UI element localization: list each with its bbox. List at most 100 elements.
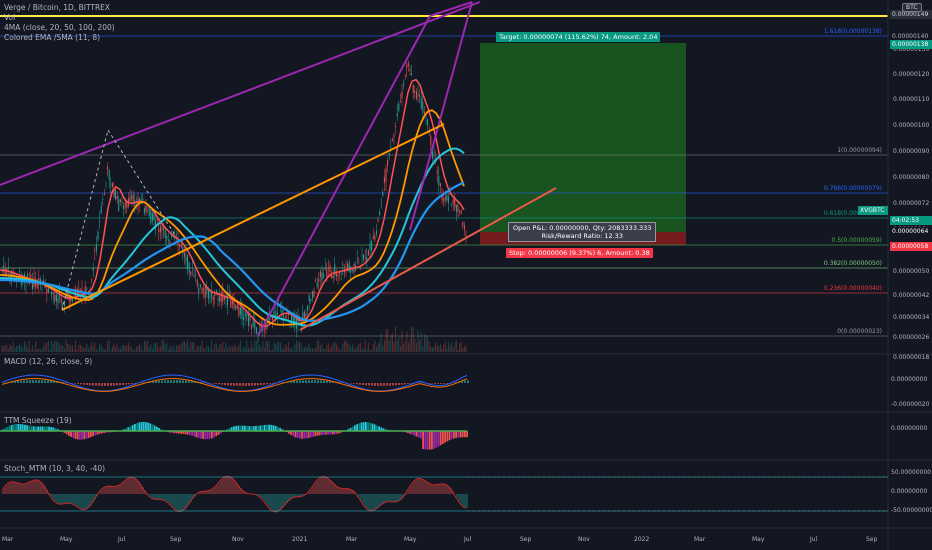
- volume-bar: [172, 345, 174, 352]
- stoch-fill: [430, 483, 432, 494]
- volume-bar: [116, 344, 118, 352]
- candle-body: [331, 275, 333, 279]
- volume-bar: [100, 345, 102, 352]
- volume-bar: [27, 347, 29, 352]
- ma-legend[interactable]: 4MA (close, 20, 50, 100, 200): [4, 23, 115, 33]
- ttm-histogram-bar: [244, 425, 246, 431]
- volume-legend[interactable]: Vol: [4, 13, 15, 23]
- volume-bar: [219, 344, 221, 352]
- macd-histogram-bar: [227, 383, 229, 386]
- macd-histogram-bar: [125, 383, 127, 385]
- candle-body: [199, 284, 201, 288]
- macd-histogram-bar: [311, 380, 313, 383]
- volume-bar: [417, 330, 419, 352]
- ttm-legend[interactable]: TTM Squeeze (19): [4, 416, 72, 426]
- candle-body: [387, 160, 389, 166]
- candle-body: [307, 306, 309, 311]
- symbol-legend[interactable]: Verge / Bitcoin, 1D, BITTREX: [4, 3, 110, 13]
- stoch-fill: [278, 494, 280, 512]
- stoch-fill: [158, 494, 160, 500]
- candle-body: [179, 244, 181, 247]
- stoch-fill: [224, 477, 226, 494]
- stoch-fill: [266, 494, 268, 505]
- stoch-fill: [418, 478, 420, 494]
- volume-bar: [25, 343, 27, 352]
- stoch-fill: [178, 494, 180, 512]
- volume-bar: [412, 326, 414, 352]
- stoch-fill: [106, 486, 108, 494]
- candle-body: [100, 206, 102, 214]
- macd-histogram-bar: [365, 383, 367, 386]
- stoch-fill: [100, 490, 102, 494]
- ttm-histogram-bar: [272, 425, 275, 431]
- stoch-fill: [154, 494, 156, 500]
- volume-bar: [9, 344, 11, 352]
- pane-axis-label: -50.00000000: [891, 507, 932, 514]
- macd-histogram-bar: [26, 380, 28, 383]
- volume-bar: [372, 344, 374, 352]
- volume-bar: [183, 340, 185, 352]
- stoch-fill: [20, 483, 22, 494]
- candle-body: [443, 198, 445, 202]
- ttm-histogram-bar: [266, 424, 268, 431]
- volume-bar: [420, 332, 422, 352]
- time-axis-label: Sep: [866, 536, 878, 543]
- ttm-histogram-bar: [241, 425, 244, 431]
- macd-histogram-bar: [41, 380, 43, 383]
- stop-label[interactable]: Stop: 0.00000006 (9.37%) 6, Amount: 0.38: [506, 248, 653, 258]
- candle-body: [438, 175, 440, 186]
- volume-bar: [71, 345, 73, 352]
- time-axis-label: Mar: [694, 536, 706, 543]
- macd-histogram-bar: [218, 383, 220, 385]
- candle-body: [239, 307, 241, 315]
- candle-body: [204, 286, 206, 299]
- candle-body: [393, 135, 395, 137]
- stoch-fill: [124, 481, 126, 494]
- target-label[interactable]: Target: 0.00000074 (115.62%) 74, Amount:…: [496, 32, 661, 42]
- stoch-fill: [58, 494, 60, 504]
- volume-bar: [129, 346, 131, 352]
- candle-body: [263, 329, 265, 330]
- target-zone[interactable]: [480, 43, 686, 232]
- stoch-fill: [340, 488, 342, 494]
- macd-legend[interactable]: MACD (12, 26, close, 9): [4, 357, 92, 367]
- pnl-box[interactable]: Open P&L: 0.00000000, Qty: 2083333.333 R…: [508, 222, 657, 242]
- stoch-mtm-pane[interactable]: [1, 475, 468, 513]
- volume-bar: [358, 343, 360, 352]
- candle-body: [430, 136, 432, 145]
- candle-body: [219, 296, 221, 302]
- candle-body: [131, 194, 133, 199]
- volume-bar: [425, 335, 427, 352]
- candle-body: [158, 229, 160, 232]
- macd-pane[interactable]: [1, 374, 469, 392]
- chart-canvas[interactable]: [0, 0, 932, 550]
- stoch-fill: [372, 494, 374, 511]
- price-axis-label: 0.00000018: [893, 354, 930, 361]
- volume-bar: [135, 346, 137, 352]
- candle-body: [401, 91, 403, 99]
- volume-bar: [252, 347, 254, 352]
- volume-bar: [375, 346, 377, 352]
- volume-bar: [102, 347, 104, 352]
- macd-line: [1, 374, 468, 392]
- macd-histogram-bar: [440, 383, 442, 384]
- stoch-fill: [126, 479, 128, 494]
- btc-currency-badge[interactable]: BTC: [902, 3, 922, 12]
- ttm-squeeze-pane[interactable]: [0, 421, 468, 450]
- macd-histogram-bar: [464, 380, 466, 383]
- time-axis-label: May: [752, 536, 765, 543]
- macd-histogram-bar: [326, 380, 328, 383]
- stoch-fill: [56, 494, 58, 503]
- stoch-fill: [456, 494, 458, 498]
- volume-bar: [396, 339, 398, 352]
- stoch-legend[interactable]: Stoch_MTM (10, 3, 40, -40): [4, 464, 105, 474]
- ttm-histogram-bar: [195, 431, 198, 438]
- volume-bar: [111, 346, 113, 352]
- candle-body: [414, 90, 416, 93]
- volume-bar: [390, 335, 392, 352]
- macd-histogram-bar: [158, 380, 160, 383]
- candle-body: [190, 271, 192, 276]
- ema-legend[interactable]: Colored EMA /SMA (11, 8): [4, 33, 100, 43]
- macd-histogram-bar: [98, 383, 100, 386]
- candle-body: [395, 125, 397, 127]
